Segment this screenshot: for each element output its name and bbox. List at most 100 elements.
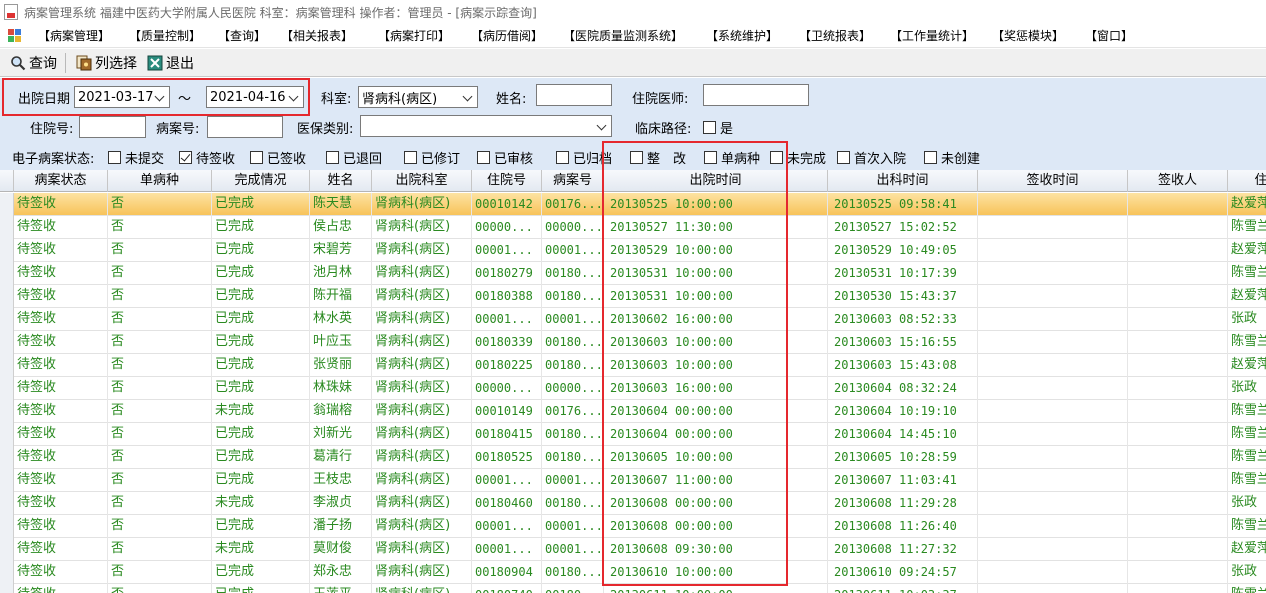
table-row[interactable]: 待签收否已完成 叶应玉 肾病科(病区) 00180339 00180... 2013060… <box>0 331 1266 354</box>
checkbox-box[interactable] <box>837 151 850 164</box>
menu-reports[interactable]: 【相关报表】 <box>279 27 355 44</box>
checkbox-box[interactable] <box>108 151 121 164</box>
row-indicator[interactable] <box>0 561 14 584</box>
row-indicator[interactable] <box>0 239 14 262</box>
menu-print[interactable]: 【病案打印】 <box>376 27 452 44</box>
chevron-down-icon[interactable] <box>461 90 475 104</box>
chevron-down-icon[interactable] <box>153 90 167 104</box>
row-indicator[interactable] <box>0 400 14 423</box>
table-row[interactable]: 待签收否已完成 林珠妹 肾病科(病区) 00000... 00000... 2013060… <box>0 377 1266 400</box>
status-checkbox-returned[interactable]: 已退回 <box>326 148 382 167</box>
inpatient-no-input[interactable] <box>79 116 146 138</box>
row-indicator[interactable] <box>0 446 14 469</box>
column-select-button[interactable]: 列选择 <box>76 53 137 73</box>
row-indicator[interactable] <box>0 538 14 561</box>
row-indicator[interactable] <box>0 285 14 308</box>
dept-select[interactable]: 肾病科(病区) <box>358 86 478 108</box>
table-row[interactable]: 待签收否已完成 王枝忠 肾病科(病区) 00001... 00001... 2013060… <box>0 469 1266 492</box>
table-row[interactable]: 待签收否已完成 葛清行 肾病科(病区) 00180525 00180... 2013060… <box>0 446 1266 469</box>
status-checkbox-incomplete[interactable]: 未完成 <box>770 148 826 167</box>
record-no-input[interactable] <box>207 116 283 138</box>
checkbox-box[interactable] <box>630 151 643 164</box>
menu-health-stats[interactable]: 【卫统报表】 <box>797 27 873 44</box>
table-row[interactable]: 待签收否已完成 刘新光 肾病科(病区) 00180415 00180... 2013060… <box>0 423 1266 446</box>
checkbox-box[interactable] <box>924 151 937 164</box>
row-indicator[interactable] <box>0 331 14 354</box>
checkbox-box[interactable] <box>770 151 783 164</box>
name-input[interactable] <box>536 84 612 106</box>
table-row[interactable]: 待签收否已完成 侯占忠 肾病科(病区) 00000... 00000... 2013052… <box>0 216 1266 239</box>
status-checkbox-rectify[interactable]: 整 改 <box>630 148 686 167</box>
col-signer[interactable]: 签收人 <box>1128 170 1228 192</box>
row-indicator[interactable] <box>0 584 14 593</box>
col-dept-out-time[interactable]: 出科时间 <box>828 170 978 192</box>
menu-borrow[interactable]: 【病历借阅】 <box>469 27 545 44</box>
table-row[interactable]: 待签收否已完成 郑永忠 肾病科(病区) 00180904 00180... 2013061… <box>0 561 1266 584</box>
table-row[interactable]: 待签收否已完成 宋碧芳 肾病科(病区) 00001... 00001... 2013052… <box>0 239 1266 262</box>
checkbox-box[interactable] <box>250 151 263 164</box>
col-inpatient-doctor[interactable]: 住院 <box>1228 170 1266 192</box>
status-checkbox-first-admission[interactable]: 首次入院 <box>837 148 906 167</box>
table-row[interactable]: 待签收否已完成 林水英 肾病科(病区) 00001... 00001... 2013060… <box>0 308 1266 331</box>
menu-workload[interactable]: 【工作量统计】 <box>888 27 976 44</box>
row-indicator[interactable] <box>0 515 14 538</box>
checkbox-box[interactable] <box>704 151 717 164</box>
status-checkbox-not-created[interactable]: 未创建 <box>924 148 980 167</box>
table-row[interactable]: 待签收否已完成 张贤丽 肾病科(病区) 00180225 00180... 2013060… <box>0 354 1266 377</box>
col-sign-time[interactable]: 签收时间 <box>978 170 1128 192</box>
checkbox-box[interactable] <box>477 151 490 164</box>
table-row[interactable]: 待签收否未完成 莫财俊 肾病科(病区) 00001... 00001... 2013060… <box>0 538 1266 561</box>
col-single-disease[interactable]: 单病种 <box>108 170 212 192</box>
menu-quality-control[interactable]: 【质量控制】 <box>127 27 203 44</box>
menu-window[interactable]: 【窗口】 <box>1083 27 1135 44</box>
query-button[interactable]: 查询 <box>10 53 57 73</box>
menu-medical-records[interactable]: 【病案管理】 <box>36 27 112 44</box>
chevron-down-icon[interactable] <box>287 90 301 104</box>
status-checkbox-pending-sign[interactable]: 待签收 <box>179 148 235 167</box>
date-from-picker[interactable]: 2021-03-17 <box>74 86 170 108</box>
table-row[interactable]: 待签收否已完成 潘子扬 肾病科(病区) 00001... 00001... 2013060… <box>0 515 1266 538</box>
table-row[interactable]: 待签收否已完成 陈开福 肾病科(病区) 00180388 00180... 2013053… <box>0 285 1266 308</box>
exit-button[interactable]: 退出 <box>147 53 194 73</box>
row-indicator[interactable] <box>0 469 14 492</box>
col-record-status[interactable]: 病案状态 <box>14 170 108 192</box>
menu-rewards[interactable]: 【奖惩模块】 <box>990 27 1066 44</box>
menu-query[interactable]: 【查询】 <box>216 27 268 44</box>
checkbox-box[interactable] <box>556 151 569 164</box>
row-indicator[interactable] <box>0 262 14 285</box>
doctor-input[interactable] <box>703 84 809 106</box>
status-checkbox-single-disease[interactable]: 单病种 <box>704 148 760 167</box>
col-completion[interactable]: 完成情况 <box>212 170 310 192</box>
menu-system-maintenance[interactable]: 【系统维护】 <box>704 27 780 44</box>
status-checkbox-unsubmitted[interactable]: 未提交 <box>108 148 164 167</box>
checkbox-box[interactable] <box>703 121 716 134</box>
table-row[interactable]: 待签收否已完成 池月林 肾病科(病区) 00180279 00180... 2013053… <box>0 262 1266 285</box>
status-checkbox-audited[interactable]: 已审核 <box>477 148 533 167</box>
chevron-down-icon[interactable] <box>595 119 609 133</box>
checkbox-box[interactable] <box>179 151 192 164</box>
row-indicator[interactable] <box>0 377 14 400</box>
row-indicator[interactable] <box>0 423 14 446</box>
status-checkbox-revised[interactable]: 已修订 <box>404 148 460 167</box>
menu-quality-monitor[interactable]: 【医院质量监测系统】 <box>561 27 685 44</box>
row-indicator[interactable] <box>0 216 14 239</box>
clinical-path-checkbox[interactable]: 是 <box>703 118 733 137</box>
table-row[interactable]: 待签收否已完成 陈天慧 肾病科(病区) 00010142 00176... 2013052… <box>0 193 1266 216</box>
row-indicator[interactable] <box>0 354 14 377</box>
status-checkbox-signed[interactable]: 已签收 <box>250 148 306 167</box>
col-record-no[interactable]: 病案号 <box>542 170 604 192</box>
table-row[interactable]: 待签收否已完成王莲平肾病科(病区)0018074000180...2013061… <box>0 584 1266 593</box>
row-indicator[interactable] <box>0 492 14 515</box>
checkbox-box[interactable] <box>404 151 417 164</box>
date-to-picker[interactable]: 2021-04-16 <box>206 86 304 108</box>
row-indicator[interactable] <box>0 308 14 331</box>
col-discharge-dept[interactable]: 出院科室 <box>372 170 472 192</box>
col-inpatient-no[interactable]: 住院号 <box>472 170 542 192</box>
table-row[interactable]: 待签收否未完成 李淑贞 肾病科(病区) 00180460 00180... 2013060… <box>0 492 1266 515</box>
col-discharge-time[interactable]: 出院时间 <box>604 170 828 192</box>
table-row[interactable]: 待签收否未完成 翁瑞榕 肾病科(病区) 00010149 00176... 2013060… <box>0 400 1266 423</box>
mdi-window-icon[interactable] <box>8 28 22 43</box>
status-checkbox-archived[interactable]: 已归档 <box>556 148 612 167</box>
insurance-select[interactable] <box>360 115 612 137</box>
col-name[interactable]: 姓名 <box>310 170 372 192</box>
